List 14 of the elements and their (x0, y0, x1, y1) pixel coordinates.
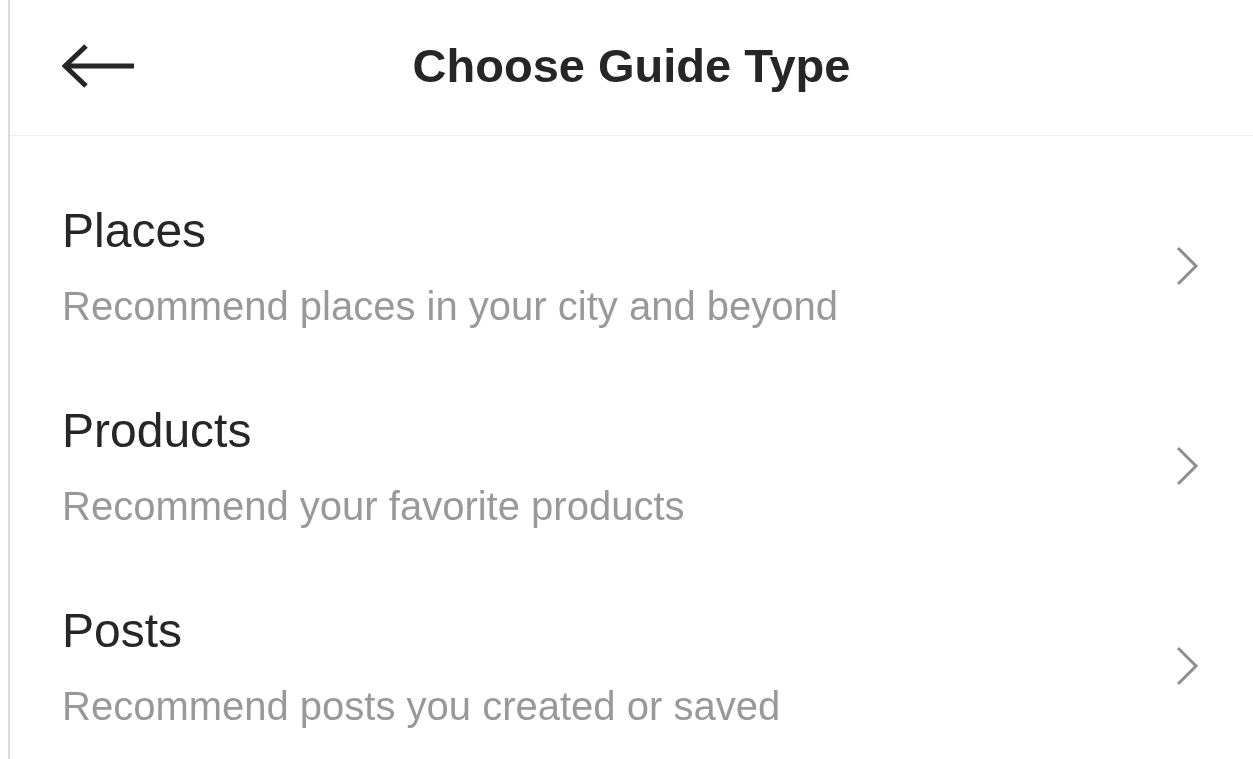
chevron-right-icon (1175, 446, 1199, 486)
chevron-right-icon (1175, 646, 1199, 686)
item-description: Recommend your favorite products (62, 483, 685, 530)
back-button[interactable] (62, 43, 136, 88)
item-title: Places (62, 203, 207, 259)
item-title: Posts (62, 603, 183, 659)
item-description: Recommend places in your city and beyond (62, 283, 838, 330)
guide-type-item[interactable]: Posts Recommend posts you created or saved (10, 536, 1253, 736)
guide-type-item[interactable]: Products Recommend your favorite products (10, 336, 1253, 536)
chevron-right-icon (1175, 246, 1199, 286)
guide-type-item[interactable]: Places Recommend places in your city and beyond (10, 136, 1253, 336)
screen-title: Choose Guide Type (412, 38, 851, 93)
item-title: Products (62, 403, 252, 459)
item-description: Recommend posts you created or saved (62, 683, 781, 730)
